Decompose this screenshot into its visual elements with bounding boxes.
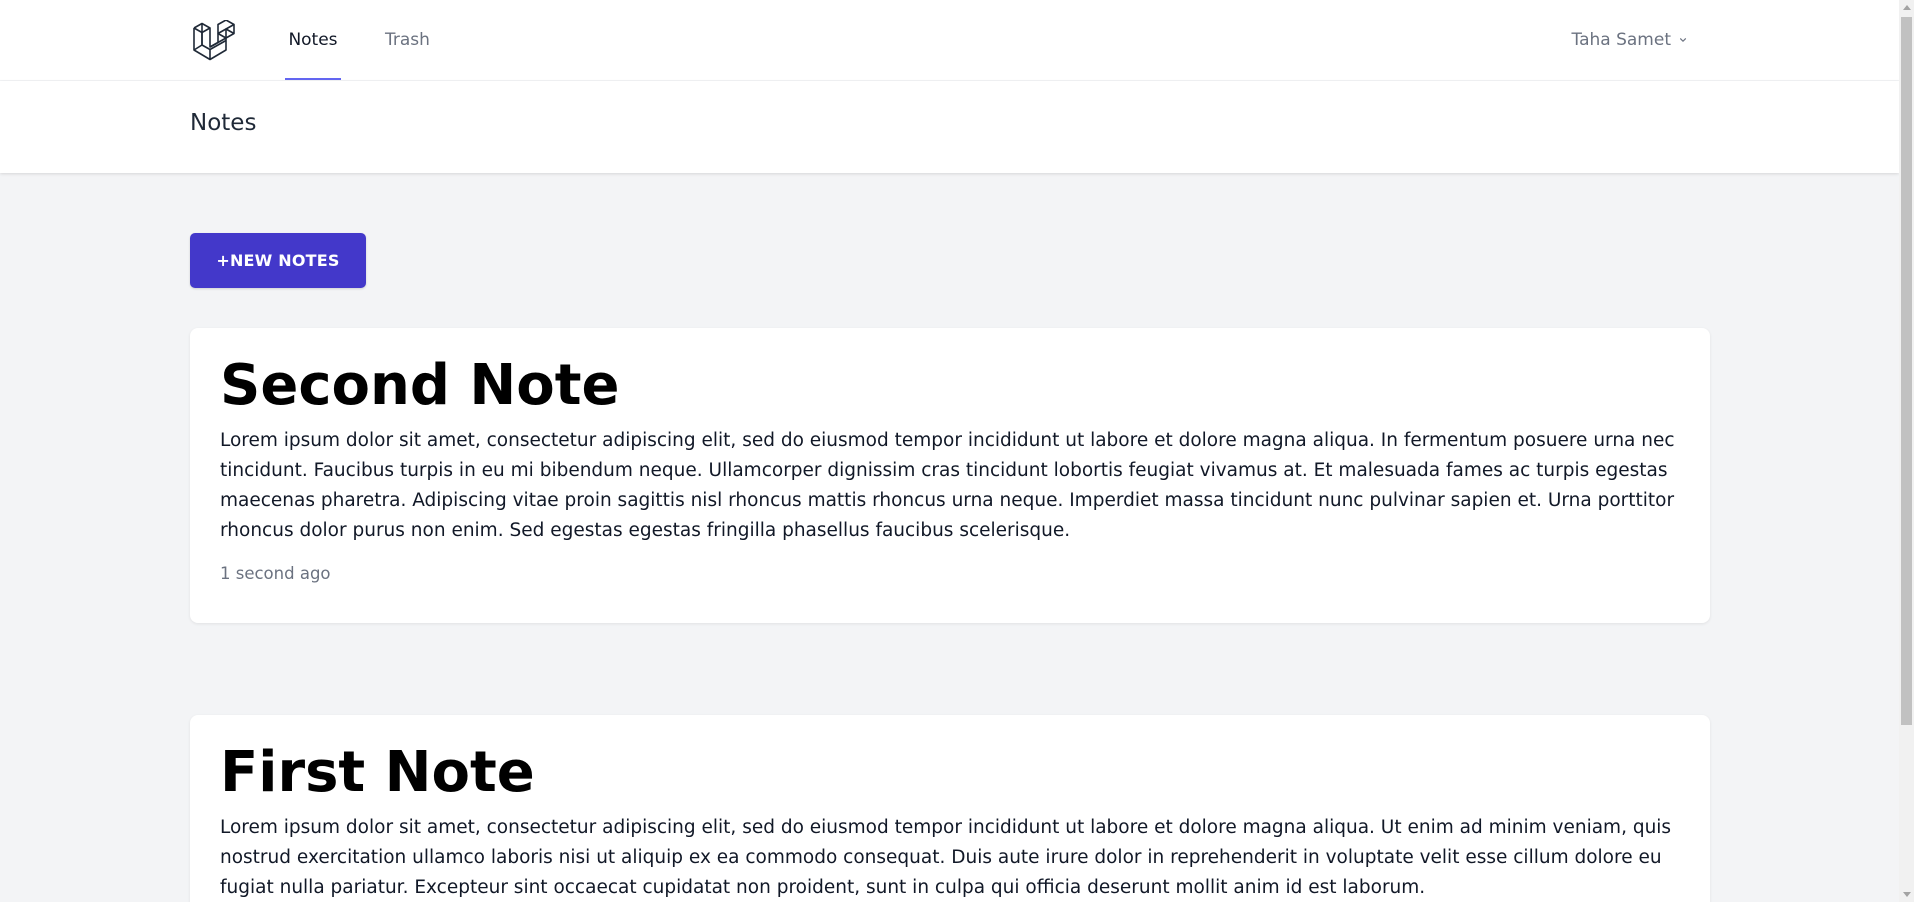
vertical-scrollbar[interactable] (1899, 0, 1914, 902)
new-notes-button[interactable]: +NEW NOTES (190, 233, 366, 288)
user-menu-dropdown[interactable]: Taha Samet (1572, 0, 1689, 80)
scrollbar-thumb[interactable] (1901, 17, 1912, 725)
scroll-up-arrow-icon[interactable] (1903, 5, 1911, 10)
page-title: Notes (190, 110, 257, 136)
page-content: Notes Trash Taha Samet Notes +NEW NOTES … (0, 0, 1899, 902)
browser-viewport: Notes Trash Taha Samet Notes +NEW NOTES … (0, 0, 1914, 902)
note-body: Lorem ipsum dolor sit amet, consectetur … (220, 430, 1675, 541)
note-timestamp: 1 second ago (220, 564, 331, 583)
laravel-logo-icon[interactable] (192, 19, 236, 62)
scroll-down-arrow-icon[interactable] (1903, 892, 1911, 897)
note-card[interactable]: First Note Lorem ipsum dolor sit amet, c… (190, 715, 1710, 902)
note-title: Second Note (220, 353, 620, 418)
note-title: First Note (220, 740, 535, 805)
chevron-down-icon (1680, 38, 1687, 42)
note-card[interactable]: Second Note Lorem ipsum dolor sit amet, … (190, 328, 1710, 623)
nav-link-trash[interactable]: Trash (385, 0, 430, 80)
top-navigation: Notes Trash Taha Samet (0, 0, 1899, 81)
page-header: Notes (0, 81, 1899, 173)
nav-link-notes[interactable]: Notes (285, 0, 341, 80)
user-name: Taha Samet (1571, 30, 1671, 50)
note-body: Lorem ipsum dolor sit amet, consectetur … (220, 817, 1672, 898)
